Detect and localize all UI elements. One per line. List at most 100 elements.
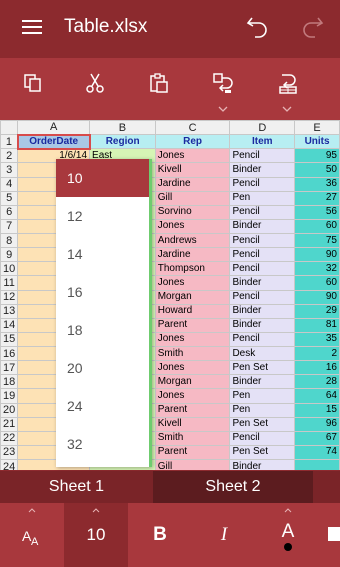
corner-cell[interactable] — [0, 120, 19, 136]
cell-c[interactable]: Smith — [154, 345, 231, 362]
cell-e[interactable]: 60 — [294, 218, 340, 235]
cell-c[interactable]: Thompson — [154, 261, 231, 277]
cell-d[interactable]: Item — [229, 134, 296, 150]
cell-c[interactable]: Jones — [154, 148, 231, 164]
column-header-b[interactable]: B — [89, 120, 156, 136]
cell-c[interactable]: Kivell — [154, 162, 231, 178]
copy-icon[interactable] — [22, 72, 44, 94]
table-row[interactable]: 12 Morgan Pencil 90 — [0, 289, 340, 305]
cell-d[interactable]: Pencil — [229, 289, 296, 305]
font-size-option[interactable]: 14 — [56, 235, 149, 273]
row-number[interactable]: 19 — [0, 388, 19, 404]
cell-d[interactable]: Binder — [229, 303, 296, 319]
cell-e[interactable]: 32 — [294, 261, 340, 277]
row-number[interactable]: 11 — [0, 275, 19, 291]
cell-d[interactable]: Pencil — [229, 148, 296, 164]
row-number[interactable]: 20 — [0, 402, 19, 418]
cell-e[interactable]: 60 — [294, 275, 340, 291]
row-number[interactable]: 2 — [0, 148, 19, 164]
cut-icon[interactable] — [84, 72, 106, 94]
paste-icon[interactable] — [148, 72, 170, 94]
table-row[interactable]: 9 Jardine Pencil 90 — [0, 247, 340, 263]
cell-c[interactable]: Sorvino — [154, 204, 231, 220]
cell-e[interactable]: 2 — [294, 345, 340, 362]
cell-c[interactable]: Jones — [154, 218, 231, 235]
insert-cells-icon[interactable] — [276, 72, 298, 94]
hamburger-menu-icon[interactable] — [22, 20, 42, 36]
cell-d[interactable]: Binder — [229, 317, 296, 333]
table-row[interactable]: 3 Kivell Binder 50 — [0, 162, 340, 178]
chevron-down-icon[interactable] — [218, 105, 228, 113]
table-row[interactable]: 13 Howard Binder 29 — [0, 303, 340, 319]
cell-c[interactable]: Smith — [154, 430, 231, 446]
table-row[interactable]: 17 Jones Pen Set 16 — [0, 360, 340, 376]
cell-d[interactable]: Pen — [229, 190, 296, 206]
row-number[interactable]: 18 — [0, 374, 19, 390]
cell-d[interactable]: Binder — [229, 374, 296, 390]
cell-d[interactable]: Pen Set — [229, 416, 296, 432]
cell-e[interactable]: 64 — [294, 388, 340, 404]
sort-format-icon[interactable] — [212, 72, 234, 94]
table-row[interactable]: 20 Parent Pen 15 — [0, 402, 340, 418]
bold-button[interactable]: B — [128, 503, 192, 567]
cell-d[interactable]: Pencil — [229, 331, 296, 348]
row-number[interactable]: 4 — [0, 176, 19, 192]
table-row[interactable]: 10 Thompson Pencil 32 — [0, 261, 340, 277]
cell-c[interactable]: Parent — [154, 402, 231, 418]
tab-sheet-2[interactable]: Sheet 2 — [153, 471, 313, 503]
row-number[interactable]: 8 — [0, 232, 19, 249]
cell-e[interactable]: 16 — [294, 360, 340, 376]
more-options-icon[interactable] — [328, 527, 340, 541]
cell-a[interactable]: OrderDate — [16, 133, 91, 150]
cell-d[interactable]: Pencil — [229, 247, 296, 263]
table-row[interactable]: 18 Morgan Binder 28 — [0, 374, 340, 390]
cell-e[interactable]: 35 — [294, 331, 340, 348]
column-header-a[interactable]: A — [17, 120, 91, 136]
table-row[interactable]: 14 Parent Binder 81 — [0, 317, 340, 333]
cell-e[interactable]: 75 — [294, 232, 340, 249]
table-row[interactable]: 191JonesPen64 — [0, 388, 340, 404]
row-number[interactable]: 21 — [0, 416, 19, 432]
cell-d[interactable]: Pencil — [229, 176, 296, 192]
cell-d[interactable]: Pen Set — [229, 360, 296, 376]
table-row[interactable]: 6 Sorvino Pencil 56 — [0, 204, 340, 220]
table-row[interactable]: 211KivellPen Set96 — [0, 416, 340, 432]
cell-c[interactable]: Jones — [154, 388, 231, 404]
cell-e[interactable] — [294, 458, 340, 470]
row-number[interactable]: 6 — [0, 204, 19, 220]
row-number[interactable]: 12 — [0, 289, 19, 305]
row-number[interactable]: 5 — [0, 190, 19, 206]
row-number[interactable]: 24 — [0, 458, 19, 470]
cell-d[interactable]: Binder — [229, 162, 296, 178]
cell-e[interactable]: Units — [294, 134, 340, 150]
row-number[interactable]: 10 — [0, 261, 19, 277]
cell-e[interactable]: 95 — [294, 148, 340, 164]
cell-d[interactable]: Pen — [229, 388, 296, 404]
cell-e[interactable]: 28 — [294, 374, 340, 390]
cell-c[interactable]: Andrews — [154, 232, 231, 249]
row-number[interactable]: 15 — [0, 331, 19, 348]
cell-e[interactable]: 90 — [294, 247, 340, 263]
cell-d[interactable]: Pen Set — [229, 444, 296, 461]
column-header-e[interactable]: E — [294, 120, 340, 136]
cell-table[interactable]: A B C D E 1 OrderDate Region Rep Item Units 2 1… — [0, 120, 340, 470]
table-row[interactable]: 2 1/6/14 East Jones Pencil 95 — [0, 148, 340, 164]
row-number[interactable]: 22 — [0, 430, 19, 446]
cell-d[interactable]: Desk — [229, 345, 296, 362]
font-size-button[interactable]: 10 — [64, 503, 128, 567]
cell-e[interactable]: 56 — [294, 204, 340, 220]
chevron-down-icon[interactable] — [282, 105, 292, 113]
row-number[interactable]: 14 — [0, 317, 19, 333]
font-size-option[interactable]: 32 — [56, 425, 149, 463]
table-row[interactable]: 1 OrderDate Region Rep Item Units — [0, 133, 340, 150]
font-size-option[interactable]: 12 — [56, 197, 149, 235]
row-number[interactable]: 3 — [0, 162, 19, 178]
table-row[interactable]: 15 Jones Pencil 35 — [0, 331, 340, 348]
table-row[interactable]: 4 Jardine Pencil 36 — [0, 176, 340, 192]
font-size-option[interactable]: 18 — [56, 311, 149, 349]
italic-button[interactable]: I — [192, 503, 256, 567]
cell-d[interactable]: Pencil — [229, 430, 296, 446]
cell-c[interactable]: Jones — [154, 275, 231, 291]
cell-d[interactable]: Pencil — [229, 232, 296, 249]
cell-c[interactable]: Morgan — [154, 289, 231, 305]
